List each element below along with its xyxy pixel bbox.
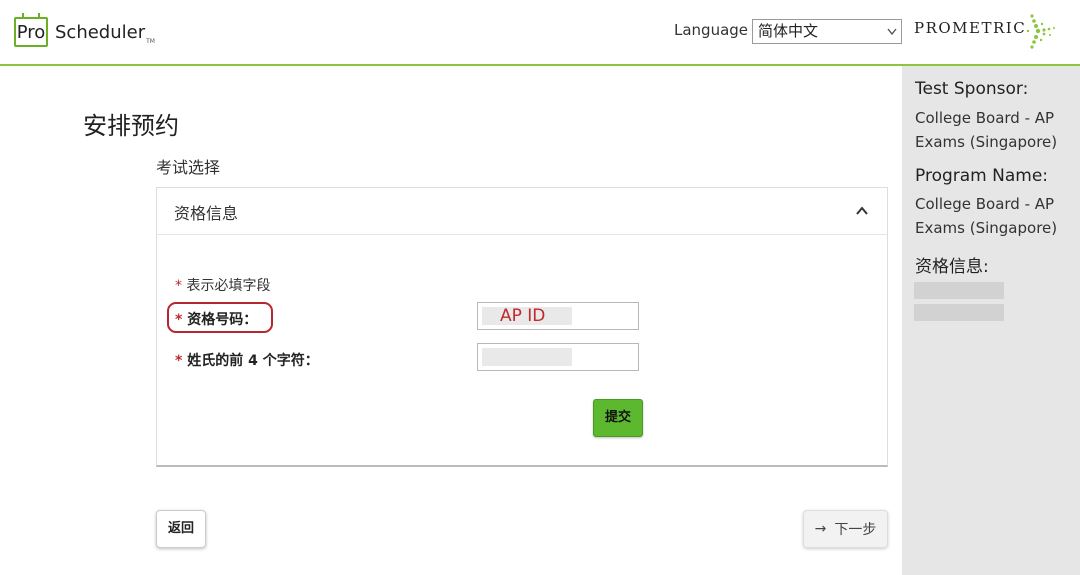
last-name-label-text: 姓氏的前 4 个字符： bbox=[187, 353, 319, 369]
back-button[interactable]: 返回 bbox=[156, 510, 206, 548]
language-label: Language bbox=[674, 21, 749, 39]
language-selected-value: 简体中文 bbox=[758, 22, 819, 40]
chevron-up-icon[interactable] bbox=[855, 204, 869, 218]
logo-pro-text: Pro bbox=[16, 21, 46, 43]
logo-scheduler-text: Scheduler bbox=[55, 21, 146, 43]
eligibility-card-title: 资格信息 bbox=[174, 204, 239, 223]
prometric-brand: PROMETRIC bbox=[914, 19, 1027, 37]
chevron-down-icon bbox=[887, 20, 897, 51]
top-header: Pro Scheduler TM Language 简体中文 PROMETRIC bbox=[0, 0, 1080, 66]
proscheduler-logo[interactable]: Pro Scheduler TM bbox=[14, 12, 155, 52]
required-star: * bbox=[175, 353, 183, 369]
logo-pro-box: Pro bbox=[14, 13, 48, 47]
last-name-label: * 姓氏的前 4 个字符： bbox=[175, 350, 319, 370]
page-title: 安排预约 bbox=[83, 112, 179, 140]
next-button[interactable]: → 下一步 bbox=[803, 510, 888, 548]
program-value: College Board - AP Exams (Singapore) bbox=[915, 195, 1058, 237]
required-star: * bbox=[175, 278, 182, 294]
sponsor-heading: Test Sponsor: bbox=[915, 79, 1029, 99]
language-select[interactable]: 简体中文 bbox=[752, 19, 902, 44]
eligibility-id-value: AP ID bbox=[482, 307, 572, 325]
eligibility-id-input[interactable]: AP ID bbox=[477, 302, 639, 330]
required-note: * 表示必填字段 bbox=[175, 275, 270, 295]
highlight-annotation bbox=[167, 302, 273, 333]
required-note-text: 表示必填字段 bbox=[186, 278, 271, 294]
eligibility-heading: 资格信息: bbox=[915, 257, 989, 277]
prometric-sparkle-icon bbox=[1026, 14, 1055, 49]
last-name-value bbox=[482, 348, 572, 366]
submit-button[interactable]: 提交 bbox=[593, 399, 643, 437]
logo-trademark: TM bbox=[146, 37, 155, 45]
arrow-right-icon: → bbox=[814, 521, 827, 537]
eligibility-card-header[interactable]: 资格信息 bbox=[157, 188, 887, 235]
sponsor-sidebar: Test Sponsor: College Board - AP Exams (… bbox=[902, 66, 1080, 575]
sponsor-value: College Board - AP Exams (Singapore) bbox=[915, 109, 1058, 151]
next-button-label: 下一步 bbox=[834, 522, 877, 538]
last-name-input[interactable] bbox=[477, 343, 639, 371]
program-heading: Program Name: bbox=[915, 166, 1049, 186]
redacted-block bbox=[914, 282, 1004, 299]
section-title: 考试选择 bbox=[156, 158, 221, 177]
redacted-block bbox=[914, 304, 1004, 321]
